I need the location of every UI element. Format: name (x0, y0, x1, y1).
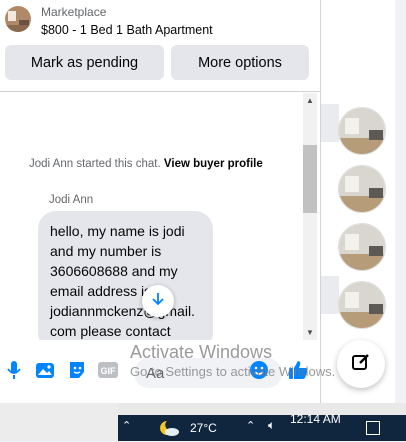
system-tray: ⌃ 27°C ⌃ 🔈︎ 12:14 AM (118, 412, 406, 442)
scrollbar-thumb[interactable] (303, 145, 317, 213)
sticker-button[interactable] (66, 361, 88, 383)
photo-button[interactable] (34, 361, 56, 383)
view-buyer-profile-link[interactable]: View buyer profile (164, 158, 263, 170)
chevron-up-icon[interactable]: ⌃ (122, 419, 131, 432)
message-bubble: hello, my name is jodi and my number is … (38, 211, 213, 340)
listing-source: Marketplace (41, 5, 107, 19)
weather-icon[interactable] (158, 419, 180, 442)
volume-icon[interactable]: 🔈︎ (268, 418, 275, 433)
taskbar-left (0, 403, 118, 441)
system-note-text: Jodi Ann started this chat. (29, 158, 161, 170)
arrow-down-icon (150, 291, 166, 312)
microphone-icon (7, 360, 21, 385)
message-line: jodiannmckenz@gmail. (50, 303, 195, 319)
chat-thumbnail[interactable] (338, 223, 386, 271)
photo-icon (35, 360, 55, 385)
microphone-button[interactable] (3, 360, 25, 385)
new-message-button[interactable] (337, 340, 385, 388)
avatar[interactable] (5, 6, 31, 32)
message-line: 3606608688 and my (50, 263, 178, 279)
scroll-to-bottom-button[interactable] (142, 285, 174, 317)
temperature[interactable]: 27°C (190, 421, 217, 435)
chat-thumbnail[interactable] (338, 281, 386, 329)
listing-title[interactable]: $800 - 1 Bed 1 Bath Apartment (41, 23, 213, 37)
window-edge (395, 0, 406, 403)
like-button[interactable] (287, 359, 309, 386)
emoji-icon (249, 360, 269, 385)
scroll-up-icon[interactable]: ▲ (306, 96, 314, 105)
gif-icon: GIF (97, 361, 119, 384)
system-note: Jodi Ann started this chat. View buyer p… (29, 158, 263, 170)
gif-button[interactable]: GIF (97, 361, 119, 383)
scroll-down-icon[interactable]: ▼ (306, 328, 314, 337)
message-line: com please contact (50, 323, 171, 339)
chat-list-panel (321, 0, 406, 403)
message-line: hello, my name is jodi (50, 223, 185, 239)
chat-thumbnail[interactable] (338, 107, 386, 155)
message-line: email address is (50, 283, 152, 299)
chat-list-item-highlight (321, 104, 339, 142)
taskbar: ⌃ 27°C ⌃ 🔈︎ 12:14 AM (0, 403, 406, 441)
message-list: Jodi Ann started this chat. View buyer p… (0, 93, 320, 340)
mark-as-pending-button[interactable]: Mark as pending (5, 45, 164, 80)
more-options-button[interactable]: More options (171, 45, 309, 80)
clock[interactable]: 12:14 AM (290, 412, 341, 426)
svg-text:GIF: GIF (101, 366, 117, 376)
message-line: and my number is (50, 243, 162, 259)
composer: GIF (0, 341, 320, 403)
chat-list-item-highlight (321, 276, 339, 314)
emoji-button[interactable] (248, 360, 270, 385)
network-icon[interactable]: ⌃ (246, 419, 255, 432)
chat-thumbnail[interactable] (338, 165, 386, 213)
scrollbar-track[interactable] (303, 93, 317, 340)
chat-header: Marketplace $800 - 1 Bed 1 Bath Apartmen… (0, 0, 320, 92)
notification-icon[interactable] (366, 421, 380, 435)
chat-window: Marketplace $800 - 1 Bed 1 Bath Apartmen… (0, 0, 321, 403)
thumbs-up-icon (287, 359, 309, 386)
compose-icon (351, 352, 371, 377)
sender-name: Jodi Ann (49, 194, 94, 206)
sticker-icon (67, 360, 87, 385)
